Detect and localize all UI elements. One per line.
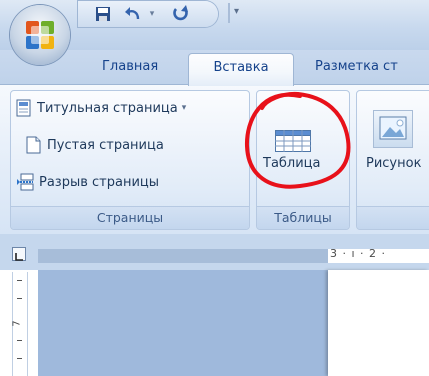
- table-icon[interactable]: [275, 130, 311, 152]
- customize-qat-icon[interactable]: ▾: [234, 6, 239, 17]
- table-button-label[interactable]: Таблица: [263, 156, 321, 171]
- tab-home[interactable]: Главная: [102, 59, 158, 81]
- horizontal-ruler-margin: [38, 249, 328, 263]
- cover-page-label: Титульная страница: [37, 100, 178, 116]
- picture-icon[interactable]: [373, 110, 413, 148]
- tab-stop-selector[interactable]: [12, 247, 26, 261]
- ruler-tick: [17, 298, 22, 299]
- horizontal-ruler-numbers: 3 · ı · 2 ·: [330, 247, 387, 260]
- group-illustrations-label: [357, 206, 429, 229]
- cover-page-icon: [16, 99, 31, 117]
- office-button[interactable]: [10, 5, 70, 65]
- tab-page-layout[interactable]: Разметка ст: [315, 59, 398, 81]
- blank-page-button[interactable]: Пустая страница: [26, 136, 164, 154]
- vertical-ruler[interactable]: 7: [12, 272, 28, 376]
- picture-button-label[interactable]: Рисунок: [366, 156, 421, 171]
- office-button-icon: [26, 21, 54, 49]
- document-page[interactable]: [328, 270, 429, 376]
- undo-icon[interactable]: [122, 4, 144, 24]
- chevron-down-icon: ▾: [181, 103, 187, 113]
- ruler-tick: [17, 358, 22, 359]
- page-break-label: Разрыв страницы: [39, 174, 160, 190]
- ruler-tick: [17, 280, 22, 281]
- document-margin-area: [38, 270, 328, 376]
- redo-icon[interactable]: [170, 4, 192, 24]
- cover-page-button[interactable]: Титульная страница ▾: [16, 99, 186, 117]
- undo-dropdown-icon[interactable]: ▾: [146, 4, 158, 24]
- tab-insert[interactable]: Вставка: [188, 53, 294, 86]
- blank-page-label: Пустая страница: [47, 137, 164, 153]
- group-pages-label: Страницы: [11, 206, 249, 229]
- qat-separator: [228, 3, 230, 23]
- page-break-icon: [17, 173, 34, 191]
- ruler-tick: [17, 340, 22, 341]
- vertical-ruler-number: 7: [11, 320, 23, 327]
- group-tables-label: Таблицы: [257, 206, 349, 229]
- blank-page-icon: [26, 136, 41, 154]
- page-break-button[interactable]: Разрыв страницы: [16, 173, 159, 191]
- save-icon[interactable]: [92, 4, 114, 24]
